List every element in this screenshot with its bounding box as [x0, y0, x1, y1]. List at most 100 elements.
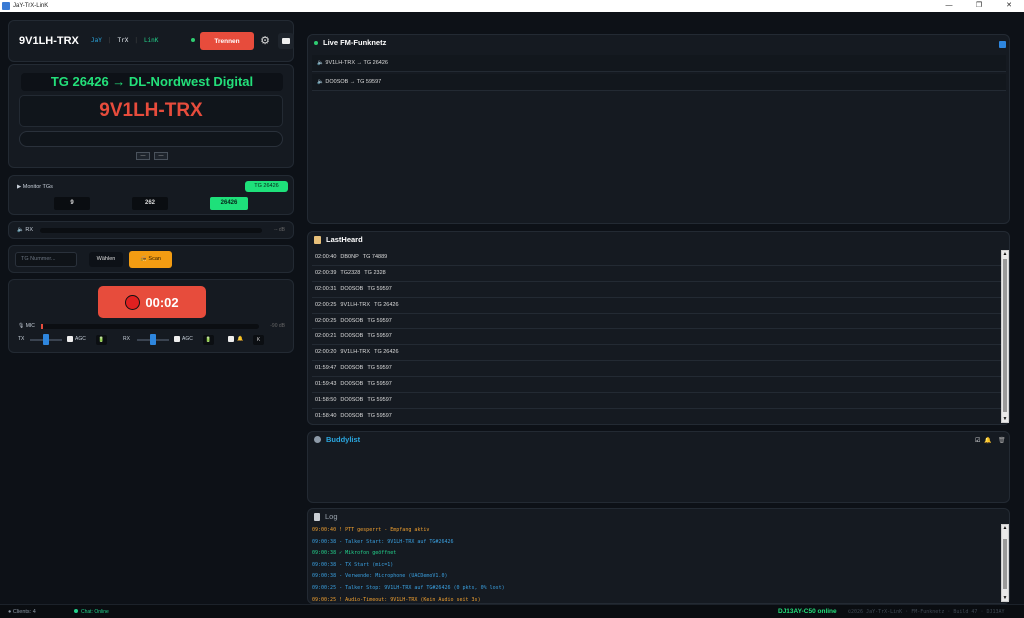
brand-part-2: TrX — [117, 37, 129, 44]
lastheard-row: 02:00:21 DO0SOB TG 59597 — [312, 329, 1002, 346]
lastheard-time: 02:00:31 — [315, 285, 337, 292]
live-status-dot — [314, 40, 318, 45]
log-entry: 09:00:25 - Talker Stop: 9V1LH-TRX auf TG… — [312, 584, 505, 591]
rx-label: 🔈 RX — [17, 227, 34, 233]
small-button-2[interactable]: — — [154, 152, 168, 160]
buddylist-header: Buddylist — [314, 435, 360, 444]
log-entry: 09:00:38 ✓ Mikrofon geöffnet — [312, 550, 397, 557]
scroll-up-arrow[interactable]: ▲ — [1002, 525, 1008, 531]
info-bar — [19, 131, 283, 147]
lastheard-call: DO0SOB — [340, 397, 364, 404]
lastheard-time: 01:58:40 — [315, 412, 337, 419]
tx-battery-icon[interactable]: 🔋 — [96, 335, 107, 345]
live-fm-header: Live FM-Funknetz — [314, 38, 386, 47]
current-talkgroup: TG 26426 → DL-Nordwest Digital — [21, 73, 283, 91]
tx-agc-checkbox[interactable] — [67, 336, 73, 342]
lastheard-call: 9V1LH-TRX — [340, 301, 371, 308]
small-button-1[interactable]: — — [136, 152, 150, 160]
tx-gain-knob[interactable] — [43, 334, 49, 345]
close-button[interactable]: ✕ — [994, 0, 1024, 12]
live-row: 🔈 DO0SOB → TG 59597 — [312, 74, 1006, 91]
scroll-thumb[interactable] — [1003, 539, 1007, 589]
lastheard-call: DO0SOB — [340, 365, 364, 372]
scroll-down-arrow[interactable]: ▼ — [1002, 595, 1008, 601]
monitor-tg-1[interactable]: 9 — [54, 197, 90, 210]
lastheard-tg: TG 59597 — [367, 412, 392, 419]
bell-checkbox[interactable] — [228, 336, 234, 342]
rx-agc-checkbox[interactable] — [174, 336, 180, 342]
lastheard-scrollbar[interactable]: ▲ ▼ — [1001, 250, 1009, 423]
minimize-button[interactable]: — — [934, 0, 964, 12]
tg-number-input[interactable]: TG Nummer... — [15, 252, 77, 267]
status-bar: ● Clients: 4 Chat: Online DJ13AY-C50 onl… — [0, 604, 1024, 618]
clients-count: ● Clients: 4 — [8, 609, 36, 615]
lastheard-time: 01:59:47 — [315, 365, 337, 372]
maximize-button[interactable]: ❐ — [964, 0, 994, 12]
lastheard-tg: TG 59597 — [367, 285, 392, 292]
scan-label: Scan — [148, 256, 161, 262]
lastheard-time: 02:00:39 — [315, 269, 337, 276]
header-callsign: 9V1LH-TRX — [19, 35, 79, 47]
brand-logo: JaY | TrX | LinK — [91, 37, 158, 44]
mic-level-bar — [41, 324, 259, 329]
live-row-text: 9V1LH-TRX → TG 26426 — [325, 60, 388, 66]
ptt-timer: 00:02 — [145, 294, 179, 310]
scan-button[interactable]: 📻 Scan — [129, 251, 172, 268]
sync-icon[interactable] — [999, 41, 1006, 48]
scroll-down-arrow[interactable]: ▼ — [1002, 416, 1008, 422]
lastheard-row: 01:58:40 DO0SOB TG 59597 — [312, 409, 1002, 425]
lastheard-tg: TG 59597 — [367, 317, 392, 324]
log-entry: 09:00:38 - TX Start (mic=1) — [312, 561, 394, 568]
active-tg-badge[interactable]: TG 26426 — [245, 181, 288, 192]
trash-icon[interactable]: 🗑 — [998, 437, 1006, 444]
display-panel: TG 26426 → DL-Nordwest Digital 9V1LH-TRX… — [8, 64, 294, 168]
brand-part-3: LinK — [143, 37, 159, 44]
lastheard-call: TG2328 — [340, 269, 361, 276]
lastheard-row: 02:00:25 DO0SOB TG 59597 — [312, 314, 1002, 330]
lastheard-row: 02:00:40 DB0NP TG 74889 — [312, 250, 1002, 266]
lastheard-time: 02:00:25 — [315, 301, 337, 308]
notify-checkbox[interactable]: ☑ — [975, 437, 980, 444]
bell-icon: 🔔 — [984, 438, 992, 444]
online-user: DJ13AY-C50 online — [778, 608, 837, 615]
live-fm-title: Live FM-Funknetz — [323, 38, 387, 47]
lastheard-tg: TG 59597 — [367, 381, 392, 388]
log-panel: Log 09:00:40 ! PTT gesperrt - Empfang ak… — [307, 508, 1010, 604]
lastheard-row: 01:59:43 DO0SOB TG 59597 — [312, 377, 1002, 394]
select-button[interactable]: Wählen — [89, 252, 123, 267]
lastheard-row: 01:59:47 DO0SOB TG 59597 — [312, 361, 1002, 378]
rx-gain-knob[interactable] — [150, 334, 156, 345]
lastheard-time: 02:00:21 — [315, 333, 337, 340]
lastheard-time: 02:00:40 — [315, 254, 337, 260]
scroll-up-arrow[interactable]: ▲ — [1002, 251, 1008, 257]
brand-separator: | — [107, 37, 112, 44]
monitor-tgs-label-text: Monitor TGs — [22, 184, 53, 190]
log-header: Log — [314, 512, 338, 521]
log-entry: 09:00:38 - Talker Start: 9V1LH-TRX auf T… — [312, 538, 454, 545]
lastheard-call: DB0NP — [340, 254, 359, 260]
bell-icon: 🔔 — [237, 336, 244, 342]
tx-agc-label: AGC — [75, 336, 86, 342]
rx-battery-icon[interactable]: 🔋 — [203, 335, 214, 345]
log-scrollbar[interactable]: ▲ ▼ — [1001, 524, 1009, 602]
lastheard-tg: TG 26426 — [374, 349, 399, 356]
gear-icon[interactable]: ⚙ — [258, 34, 272, 48]
k-button[interactable]: K — [253, 335, 264, 345]
lastheard-call: 9V1LH-TRX — [340, 349, 371, 356]
ptt-button[interactable]: 00:02 — [98, 286, 206, 318]
monitor-tg-2[interactable]: 262 — [132, 197, 168, 210]
monitor-tg-3[interactable]: 26426 — [210, 197, 248, 210]
chat-status-dot — [74, 609, 78, 613]
chat-button[interactable] — [278, 33, 294, 49]
app-root: 9V1LH-TRX JaY | TrX | LinK Trennen ⚙ TG … — [0, 12, 1024, 604]
brand-part-1: JaY — [91, 37, 102, 44]
lastheard-panel: LastHeard 02:00:40 DB0NP TG 74889 02:00:39 T… — [307, 231, 1010, 425]
active-callsign: 9V1LH-TRX — [19, 95, 283, 127]
lastheard-time: 02:00:25 — [315, 317, 337, 324]
brand-separator: | — [134, 37, 138, 44]
window-titlebar: JaY-TrX-LinK — ❐ ✕ — [0, 0, 1024, 12]
disconnect-button[interactable]: Trennen — [200, 32, 254, 50]
window-title: JaY-TrX-LinK — [13, 3, 49, 9]
log-entry: 09:00:38 - Verwende: Microphone (UACDemo… — [312, 573, 448, 580]
scroll-thumb[interactable] — [1003, 259, 1007, 412]
